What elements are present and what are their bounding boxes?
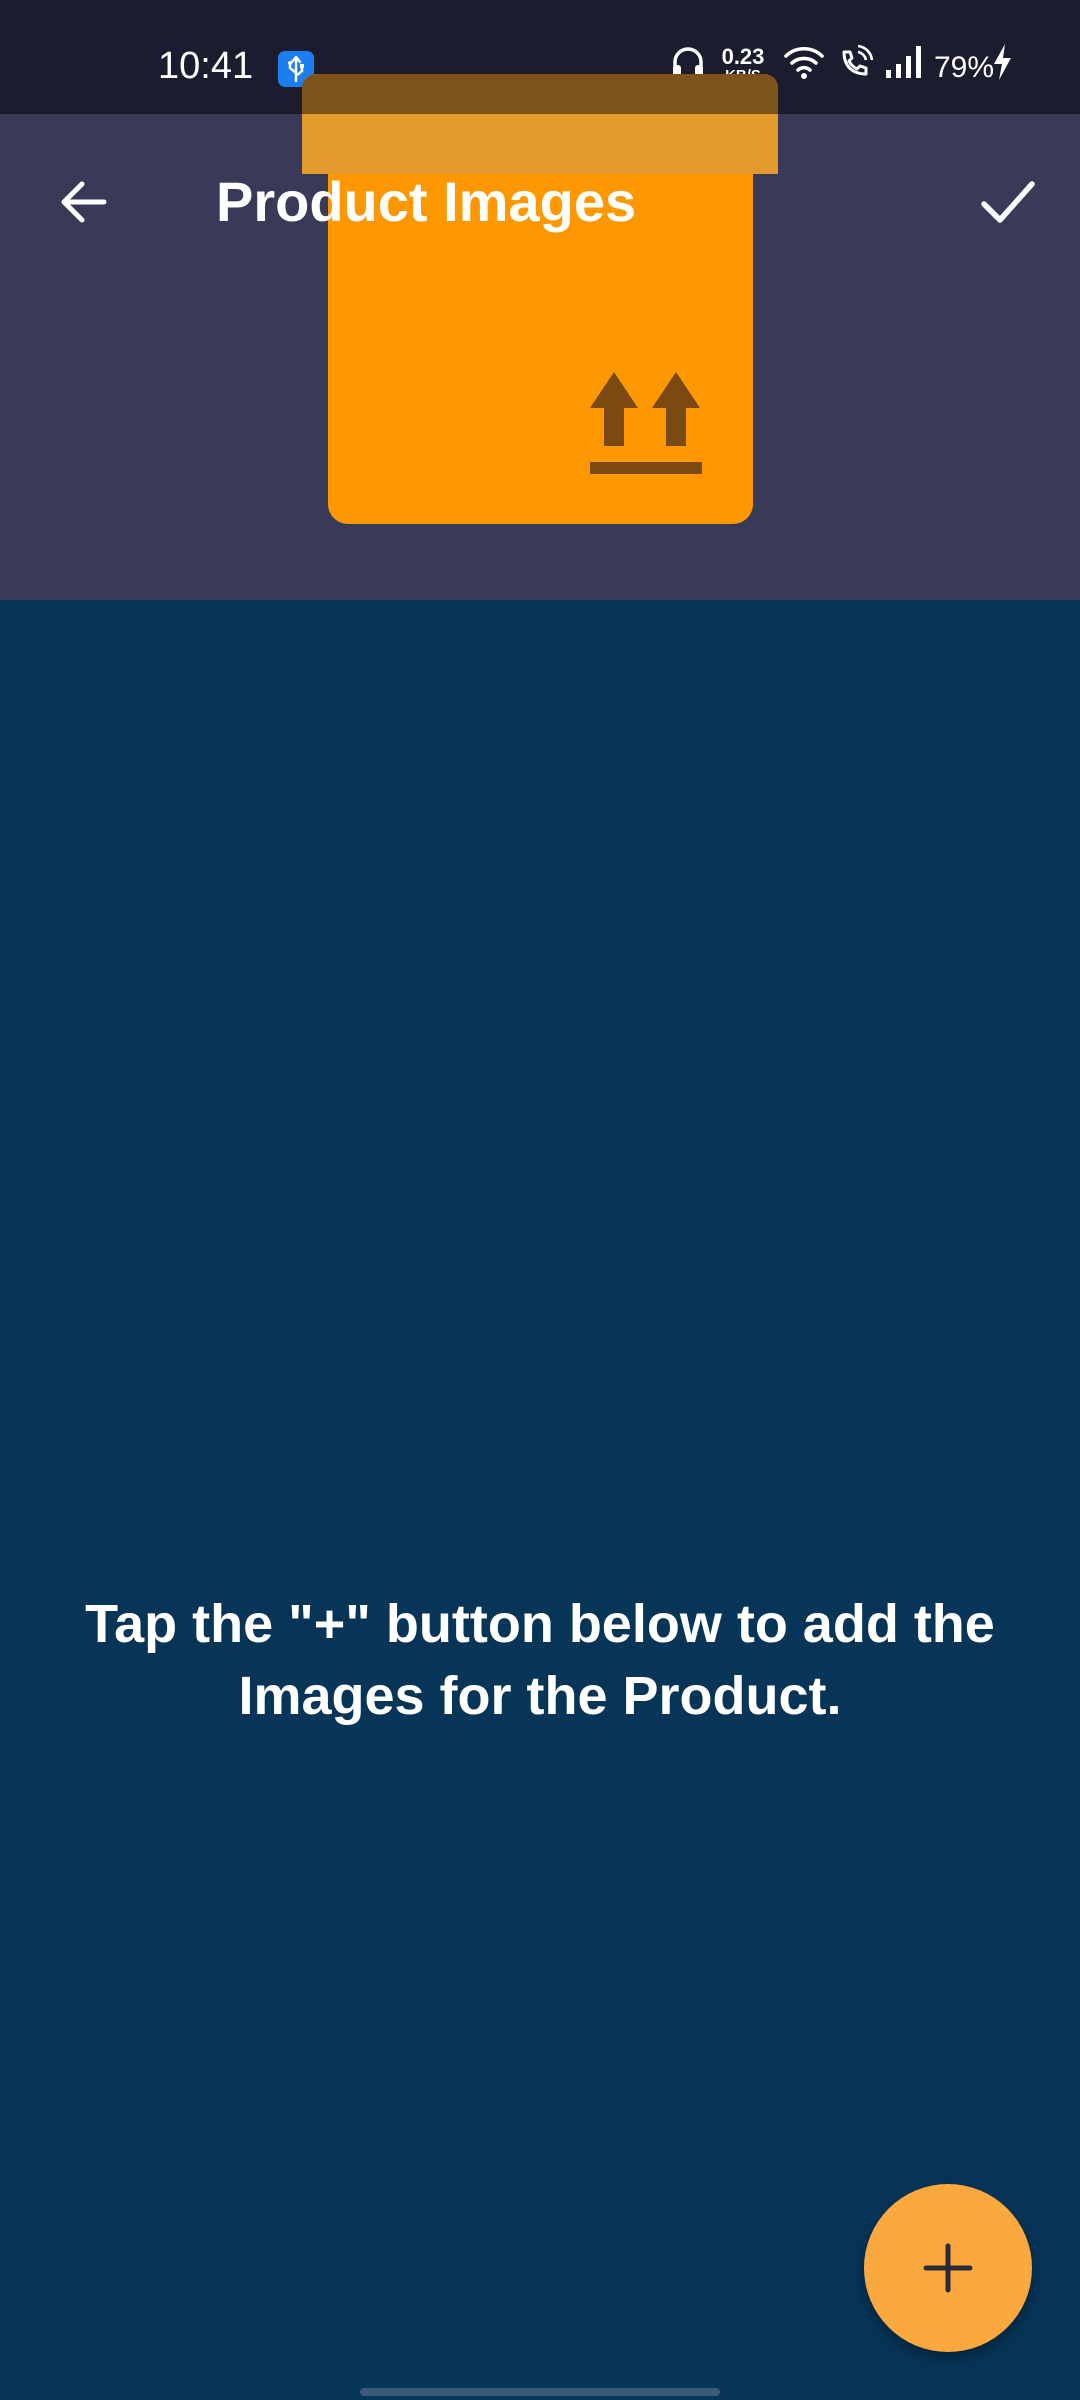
box-lid-shade [302,74,778,114]
plus-icon [923,2243,973,2293]
back-button[interactable] [40,158,128,246]
check-icon [981,181,1035,223]
add-image-button[interactable] [864,2184,1032,2352]
charging-icon [990,42,1014,92]
empty-state-message: Tap the "+" button below to add the Imag… [85,1594,995,1726]
battery-percent: 79% [934,51,995,84]
wifi-call-icon [836,42,876,92]
home-indicator[interactable] [360,2388,720,2396]
arrow-left-icon [61,181,107,223]
page-title: Product Images [216,170,637,233]
this-side-up-icon [588,372,704,478]
confirm-button[interactable] [964,158,1052,246]
net-speed-value: 0.23 [721,44,765,69]
wifi-icon [782,42,826,92]
status-time: 10:41 [158,45,254,87]
signal-icon [884,42,928,92]
